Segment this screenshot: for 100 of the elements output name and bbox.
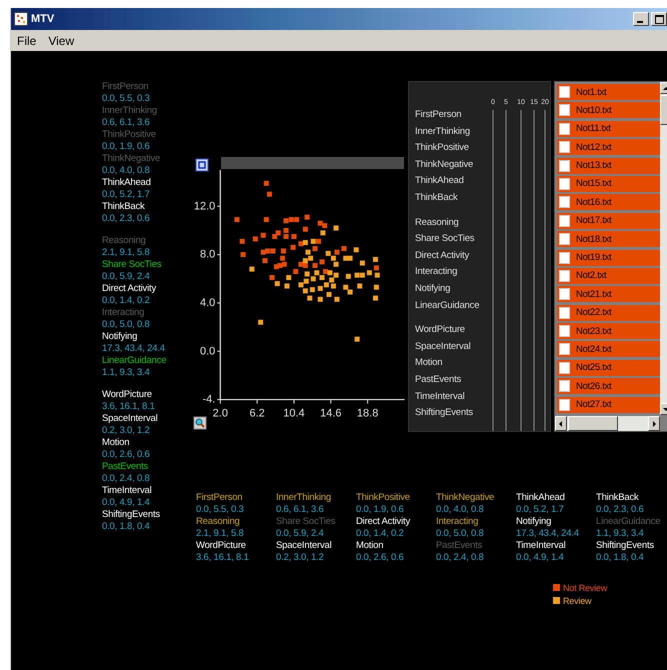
summary-values: 0.0, 2.6, 0.6 — [356, 552, 405, 564]
y-tick-label: -4. — [202, 394, 216, 406]
legend-label: Not Review — [563, 582, 608, 592]
category-label: Interacting — [415, 265, 458, 280]
checkbox[interactable] — [559, 270, 570, 282]
window-title: MTV — [31, 13, 56, 25]
summary-values: 0.6, 6.1, 3.6 — [276, 504, 325, 516]
checkbox[interactable] — [559, 160, 570, 172]
category-label: Direct Activity — [415, 248, 470, 263]
list-row[interactable]: Not10.txt — [557, 102, 661, 118]
list-row[interactable]: Not25.txt — [557, 360, 661, 376]
menu-item[interactable]: View — [48, 34, 74, 48]
checkbox[interactable] — [559, 196, 570, 208]
checkbox[interactable] — [559, 122, 570, 135]
summary-label: TimeInterval — [516, 540, 567, 552]
list-row[interactable]: Not21.txt — [557, 286, 661, 302]
summary-values: 3.6, 16.1, 8.1 — [196, 552, 250, 564]
checkbox[interactable] — [559, 252, 570, 264]
summary-values: 0.0, 4.9, 1.4 — [516, 552, 565, 564]
scroll-thumb[interactable] — [568, 416, 618, 431]
zoom-icon[interactable] — [194, 416, 206, 430]
summary-label: ShiftingEvents — [596, 540, 655, 552]
summary-label: FirstPerson — [196, 492, 244, 504]
summary-values: 0.0, 5.5, 0.3 — [196, 504, 245, 516]
summary-values: 0.0, 5.2, 1.7 — [516, 504, 565, 516]
feature-values: 0.0, 5.5, 0.3 — [102, 93, 151, 105]
feature-label: TimeInterval — [102, 485, 153, 497]
menu-item[interactable]: File — [17, 34, 36, 48]
list-row[interactable]: Not17.txt — [557, 212, 661, 229]
checkbox[interactable] — [559, 362, 570, 374]
list-row[interactable]: Not22.txt — [557, 304, 661, 321]
checkbox[interactable] — [559, 141, 570, 154]
summary-label: ThinkBack — [596, 492, 640, 504]
category-label: ThinkAhead — [415, 174, 465, 188]
scroll-left-button[interactable] — [555, 416, 567, 431]
feature-values: 0.0, 5.9, 2.4 — [102, 271, 151, 283]
summary-values: 2.1, 9.1, 5.8 — [196, 528, 245, 540]
list-row[interactable]: Not15.txt — [557, 176, 661, 192]
summary-label: Share SocTies — [276, 516, 336, 528]
checkbox[interactable] — [559, 86, 570, 98]
list-row[interactable]: Not1.txt — [557, 84, 661, 100]
x-tick-label: 18.8 — [356, 408, 378, 420]
list-row[interactable]: Not18.txt — [557, 231, 661, 248]
feature-values: 0.0, 1.8, 0.4 — [102, 521, 151, 533]
list-row[interactable]: Not16.txt — [557, 194, 661, 210]
summary-label: ThinkNegative — [436, 492, 496, 504]
checkbox[interactable] — [559, 325, 570, 338]
summary-values: 0.0, 5.9, 2.4 — [276, 528, 325, 540]
feature-values: 17.3, 43.4, 24.4 — [102, 343, 166, 355]
checkbox[interactable] — [559, 104, 570, 116]
summary-label: ThinkAhead — [516, 492, 566, 504]
summary-values: 0.0, 4.0, 0.8 — [436, 504, 485, 516]
summary-label: WordPicture — [196, 540, 247, 552]
summary-label: InnerThinking — [276, 492, 332, 504]
feature-label: ShiftingEvents — [102, 509, 161, 521]
list-row[interactable]: Not26.txt — [557, 378, 661, 394]
list-row[interactable]: Not27.txt — [557, 396, 661, 413]
horizontal-scrollbar[interactable] — [555, 416, 660, 431]
list-row[interactable]: Not13.txt — [557, 158, 661, 174]
category-label: InnerThinking — [415, 124, 471, 139]
summary-label: ThinkPositive — [356, 492, 411, 504]
checkbox[interactable] — [559, 380, 570, 392]
feature-values: 2.1, 9.1, 5.8 — [102, 247, 151, 259]
category-label: FirstPerson — [415, 108, 462, 122]
list-row[interactable]: Not23.txt — [557, 323, 661, 340]
feature-label: InnerThinking — [102, 105, 158, 117]
maximize-button[interactable] — [651, 12, 667, 26]
category-label: TimeInterval — [415, 390, 466, 404]
checkbox[interactable] — [559, 288, 570, 300]
category-label: ShiftingEvents — [415, 406, 474, 420]
category-label: ThinkBack — [415, 190, 459, 205]
scroll-right-button[interactable] — [648, 416, 660, 431]
checkbox[interactable] — [559, 233, 570, 246]
feature-values: 0.0, 4.9, 1.4 — [102, 497, 151, 509]
summary-label: Reasoning — [196, 516, 241, 528]
summary-label: SpaceInterval — [276, 540, 332, 552]
feature-values: 0.6, 6.1, 3.6 — [102, 117, 151, 129]
summary-values: 0.0, 1.9, 0.6 — [356, 504, 405, 516]
feature-label: Interacting — [102, 307, 146, 319]
fit-view-icon[interactable] — [196, 158, 208, 172]
checkbox[interactable] — [559, 178, 570, 190]
summary-values: 0.0, 1.4, 0.2 — [356, 528, 405, 540]
checkbox[interactable] — [559, 214, 570, 227]
list-row[interactable]: Not19.txt — [557, 250, 661, 266]
list-row[interactable]: Not24.txt — [557, 341, 661, 358]
feature-label: Notifying — [102, 331, 138, 343]
legend-label: Review — [563, 596, 592, 606]
minimize-button[interactable] — [633, 12, 649, 26]
feature-label: ThinkAhead — [102, 177, 152, 189]
checkbox[interactable] — [559, 398, 570, 411]
summary-values: 0.0, 2.3, 0.6 — [596, 504, 645, 516]
feature-label: ThinkPositive — [102, 129, 157, 141]
category-label: Reasoning — [415, 216, 460, 230]
checkbox[interactable] — [559, 306, 570, 319]
summary-label: Motion — [356, 540, 384, 552]
list-row[interactable]: Not2.txt — [557, 268, 661, 284]
feature-values: 1.1, 9.3, 3.4 — [102, 367, 151, 379]
list-row[interactable]: Not11.txt — [557, 120, 661, 137]
list-row[interactable]: Not12.txt — [557, 139, 661, 156]
checkbox[interactable] — [559, 343, 570, 356]
